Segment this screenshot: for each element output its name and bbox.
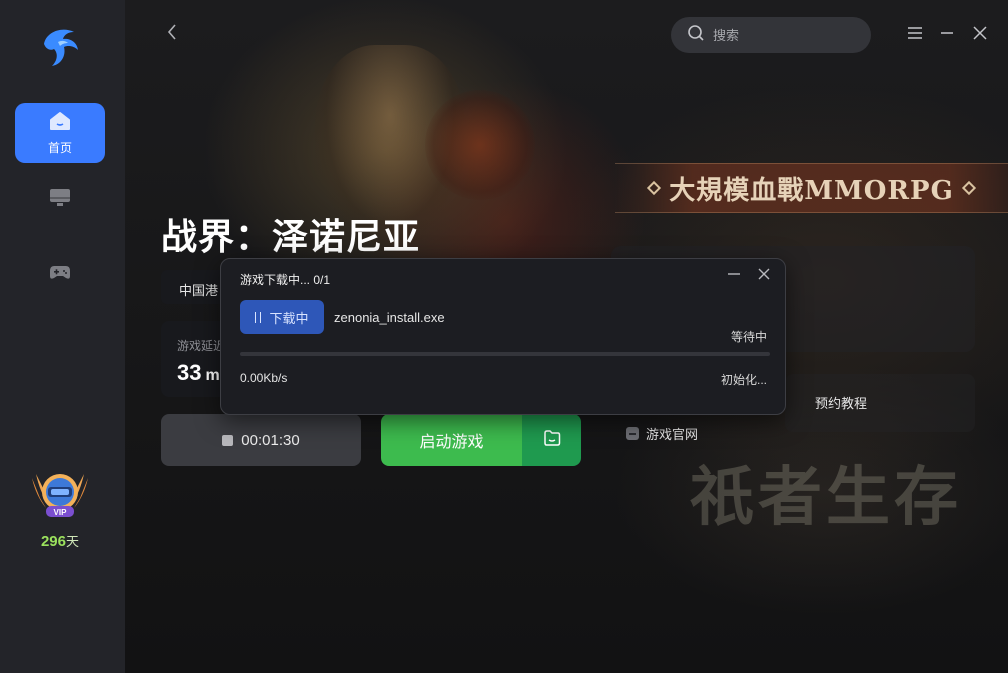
official-site-label: 游戏官网: [646, 427, 699, 442]
download-dialog-title: 游戏下载中... 0/1: [240, 273, 331, 287]
nav-home-label: 首页: [47, 140, 72, 155]
vip-medal-text: VIP: [54, 508, 68, 517]
diamond-ornament-icon: [647, 180, 662, 196]
nav-monitor[interactable]: [46, 186, 74, 214]
vip-days: 296天: [41, 531, 79, 550]
vip-medal-icon: VIP: [26, 468, 94, 527]
dialog-minimize-button[interactable]: [726, 268, 742, 284]
start-game-button[interactable]: 启动游戏: [381, 414, 522, 466]
timer-value: 00:01:30: [241, 431, 300, 449]
download-dialog: 游戏下载中... 0/1 下载中 zenonia_install.exe 等待中…: [220, 258, 786, 415]
download-speed: 0.00Kb/s: [240, 371, 288, 385]
promo-banner: 大規模血戰MMORPG: [615, 163, 1008, 213]
banner-title: 大規模血戰MMORPG: [669, 175, 954, 206]
tutorial-link[interactable]: 预约教程: [815, 393, 867, 412]
stop-timer-button[interactable]: 00:01:30: [161, 414, 361, 466]
pause-icon: [255, 311, 262, 323]
hero-shield-artwork: [425, 90, 535, 200]
diamond-ornament-icon: [961, 180, 976, 196]
back-button[interactable]: [160, 22, 184, 46]
minimize-icon: [728, 267, 740, 285]
download-phase: 初始化...: [720, 373, 767, 387]
tutorial-card: [785, 374, 975, 432]
hamburger-menu-icon: [907, 26, 923, 45]
download-status: 等待中: [730, 330, 767, 344]
download-button-label: 下载中: [269, 310, 309, 326]
menu-button[interactable]: [905, 25, 925, 45]
folder-icon: [543, 429, 561, 451]
gamepad-icon: [49, 265, 71, 286]
search-input[interactable]: [713, 27, 853, 43]
start-game-group: 启动游戏: [381, 414, 581, 466]
home-icon: [49, 111, 71, 136]
chevron-left-icon: [166, 23, 178, 46]
latency-value: 33: [177, 360, 202, 385]
game-title: 战界：泽诺尼亚: [161, 216, 421, 257]
close-icon: [758, 267, 770, 285]
download-progress-bar: [240, 352, 770, 356]
dialog-close-button[interactable]: [756, 268, 772, 284]
nav-gamepad[interactable]: [46, 261, 74, 289]
close-icon: [973, 25, 987, 45]
close-window-button[interactable]: [970, 25, 990, 45]
vip-days-count: 296: [40, 533, 66, 550]
app-logo[interactable]: [36, 22, 84, 70]
nav-home[interactable]: 首页: [15, 103, 105, 163]
stop-icon: [222, 434, 234, 446]
latency-unit: m: [205, 367, 220, 384]
sidebar: 首页 VIP 296天: [0, 0, 125, 673]
official-site-link[interactable]: 游戏官网: [626, 424, 698, 443]
download-filename: zenonia_install.exe: [334, 310, 445, 325]
minimize-button[interactable]: [937, 25, 957, 45]
monitor-icon: [49, 188, 71, 213]
search-icon: [687, 24, 705, 47]
open-folder-button[interactable]: [522, 414, 581, 466]
pause-download-button[interactable]: 下载中: [240, 300, 324, 334]
background-calligraphy: 祇者生存: [690, 460, 962, 535]
website-icon: [626, 427, 639, 440]
search-box[interactable]: [671, 17, 871, 53]
vip-days-unit: 天: [66, 534, 80, 549]
minimize-icon: [940, 26, 954, 45]
vip-badge[interactable]: VIP 296天: [24, 468, 96, 550]
